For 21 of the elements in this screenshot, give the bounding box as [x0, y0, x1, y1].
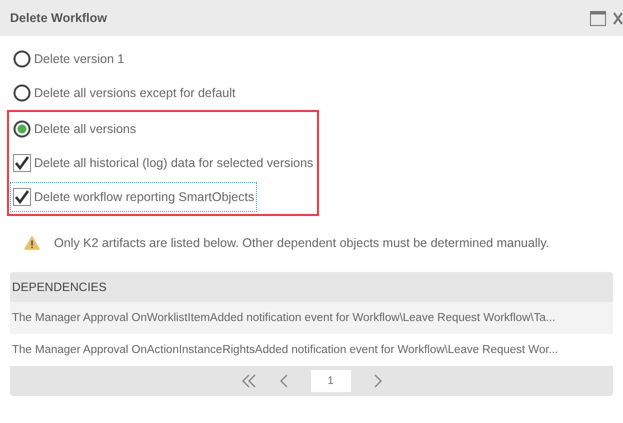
column-header: DEPENDENCIES	[10, 272, 613, 302]
close-icon[interactable]	[613, 12, 623, 24]
radio-button[interactable]	[13, 120, 31, 138]
page-number-field[interactable]: 1	[310, 370, 350, 392]
first-page-icon[interactable]	[240, 373, 256, 389]
previous-page-icon[interactable]	[278, 373, 288, 389]
option-label[interactable]: Delete all versions except for default	[34, 86, 236, 100]
checkbox[interactable]	[13, 154, 31, 172]
option-label[interactable]: Delete all versions	[34, 122, 136, 136]
option-label[interactable]: Delete version 1	[34, 52, 124, 66]
option-label[interactable]: Delete all historical (log) data for selected versions	[34, 156, 314, 170]
maximize-icon[interactable]	[590, 10, 606, 26]
radio-button[interactable]	[13, 50, 31, 68]
option-label[interactable]: Delete workflow reporting SmartObjects	[34, 190, 254, 204]
warning-message: Only K2 artifacts are listed below. Other dependent objects must be determined manually.	[54, 236, 550, 250]
table-row[interactable]: The Manager Approval OnActionInstanceRightsAdded notification event for Workflow\Leave Request Wor...	[10, 334, 613, 366]
warning-icon	[24, 236, 40, 250]
checkbox[interactable]	[13, 188, 31, 206]
window-title: Delete Workflow	[10, 11, 108, 25]
next-page-icon[interactable]	[372, 373, 382, 389]
radio-button[interactable]	[13, 84, 31, 102]
